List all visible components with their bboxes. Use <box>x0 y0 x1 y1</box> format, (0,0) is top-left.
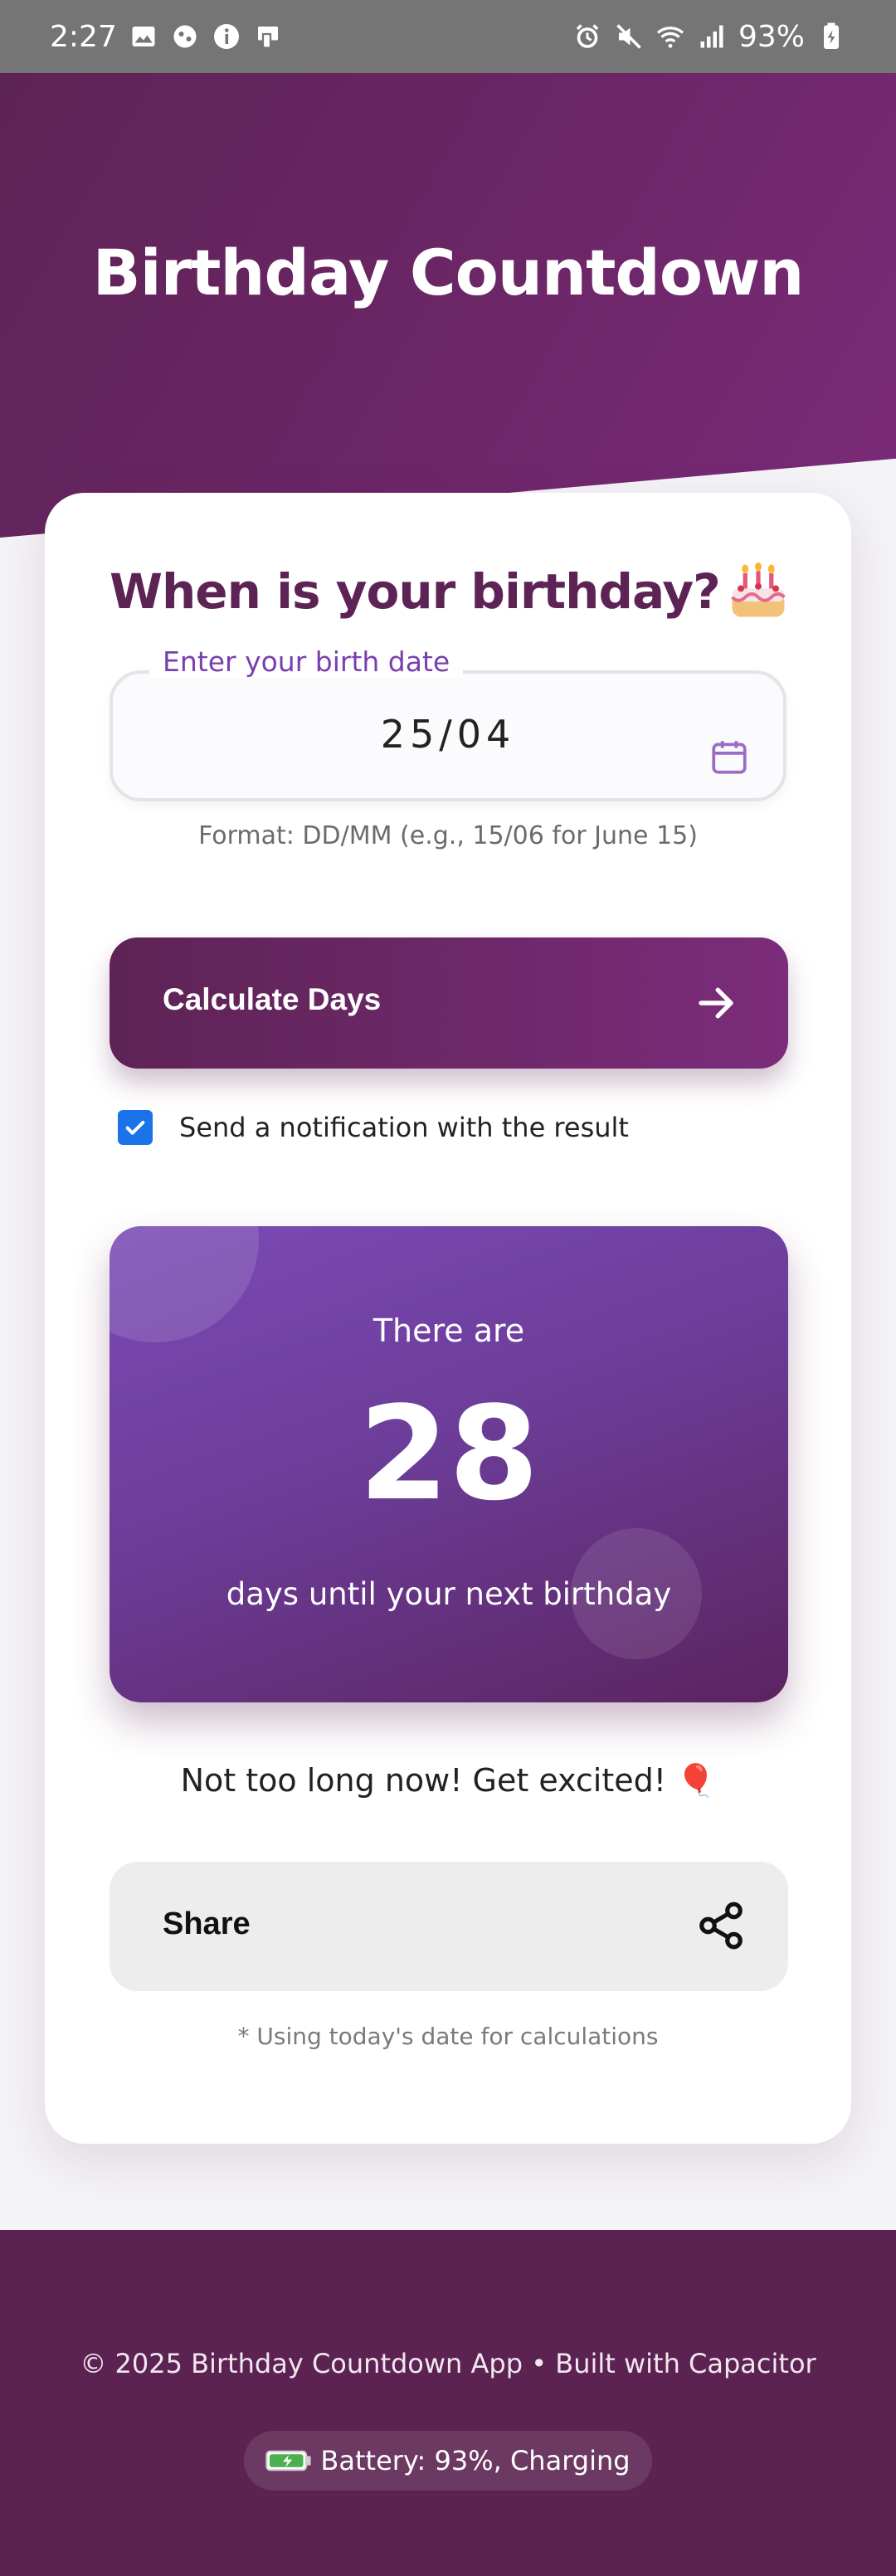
birthday-cake-icon <box>731 562 786 617</box>
battery-charging-icon <box>824 22 839 49</box>
share-label: Share <box>163 1906 251 1941</box>
birth-date-label: Enter your birth date <box>149 645 464 678</box>
check-icon <box>125 1121 145 1135</box>
date-note: * Using today's date for calculations <box>237 2023 659 2050</box>
app-title: Birthday Countdown <box>92 236 805 309</box>
alarm-icon <box>576 24 599 48</box>
result-suffix: days until your next birthday <box>226 1576 672 1612</box>
battery-status-pill: Battery: 93%, Charging <box>244 2431 652 2491</box>
notification-option[interactable]: Send a notification with the result <box>118 1107 629 1148</box>
birth-date-value[interactable]: 25/04 <box>113 712 783 757</box>
copyright-text: © 2025 Birthday Countdown App • Built wi… <box>80 2348 816 2379</box>
notification-checkbox[interactable] <box>118 1110 153 1145</box>
battery-icon <box>265 2450 312 2471</box>
format-hint: Format: DD/MM (e.g., 15/06 for June 15) <box>198 821 698 850</box>
calculate-days-label: Calculate Days <box>163 982 382 1016</box>
status-bar-left: 2:27 <box>50 20 283 54</box>
result-prefix: There are <box>373 1312 525 1349</box>
result-card: There are 28 days until your next birthd… <box>110 1226 788 1702</box>
footer: © 2025 Birthday Countdown App • Built wi… <box>0 2230 896 2576</box>
encouragement-message: Not too long now! Get excited! 🎈 <box>180 1762 716 1799</box>
status-time: 2:27 <box>50 19 117 54</box>
days-count: 28 <box>358 1378 539 1529</box>
battery-status-text: Battery: 93%, Charging <box>320 2445 631 2476</box>
status-bar-right: 93% <box>572 20 846 54</box>
share-button[interactable]: Share <box>110 1862 788 1991</box>
notification-label[interactable]: Send a notification with the result <box>179 1112 629 1143</box>
status-battery: 93% <box>738 19 805 54</box>
calculate-days-button[interactable]: Calculate Days <box>110 937 788 1069</box>
device-icon <box>257 27 278 49</box>
arrow-right-icon <box>699 987 733 1019</box>
media-icon <box>173 25 197 48</box>
header-banner: Birthday Countdown <box>0 73 896 538</box>
calendar-icon[interactable] <box>709 735 750 778</box>
birthday-card: When is your birthday? Enter your birth … <box>45 493 851 2144</box>
birth-date-input[interactable]: Enter your birth date 25/04 <box>110 645 786 801</box>
image-icon <box>132 27 155 46</box>
question-heading: When is your birthday? <box>110 563 721 620</box>
status-bar: 2:27 93% <box>0 0 896 73</box>
info-icon <box>213 24 239 49</box>
mute-icon <box>616 24 641 49</box>
signal-icon <box>700 25 723 48</box>
wifi-icon <box>656 27 684 48</box>
share-icon <box>699 1902 743 1950</box>
